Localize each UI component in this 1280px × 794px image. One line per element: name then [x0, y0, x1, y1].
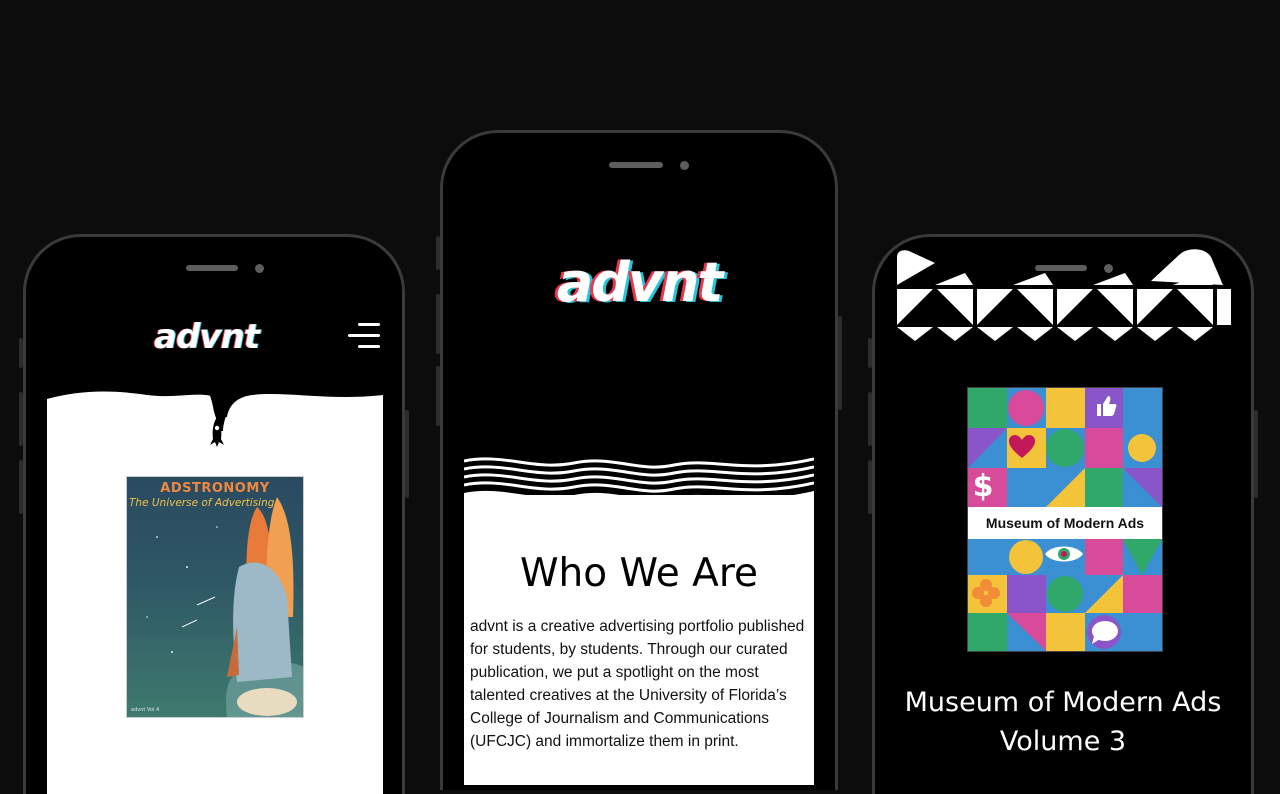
dollar-icon: $ — [973, 469, 994, 502]
triangle-pattern-header — [897, 249, 1231, 341]
speaker-grille — [1035, 265, 1087, 271]
issue-title: Museum of Modern Ads Volume 3 — [875, 683, 1251, 761]
phone-side-button — [868, 460, 872, 514]
menu-icon[interactable] — [346, 323, 380, 349]
phone-side-button — [436, 294, 440, 354]
rocket-icon — [210, 417, 224, 447]
phone-side-button — [838, 316, 842, 410]
adstronomy-cover[interactable]: ADSTRONOMY The Universe of Advertising a… — [127, 477, 303, 717]
site-logo-large[interactable]: advnt — [443, 251, 835, 314]
phone-side-button — [868, 338, 872, 368]
phone-side-button — [436, 366, 440, 426]
phone-side-button — [19, 460, 23, 514]
speech-bubble-icon — [1092, 621, 1118, 644]
front-camera — [680, 161, 689, 170]
phone-side-button — [436, 236, 440, 270]
front-camera — [255, 264, 264, 273]
space-shuttle-illustration — [146, 497, 303, 717]
flower-shape — [972, 579, 1000, 607]
site-logo[interactable]: advnt — [154, 317, 260, 357]
issue-volume: Volume 3 — [999, 726, 1127, 757]
cover-title: ADSTRONOMY — [160, 481, 270, 496]
phone-mockup-left: advnt ADSTRONOMY The Universe of Adverti… — [23, 234, 405, 794]
eye-icon — [1045, 546, 1083, 562]
about-text: advnt is a creative advertising portfoli… — [470, 618, 805, 750]
phone-side-button — [19, 392, 23, 446]
heart-icon — [1009, 435, 1035, 458]
phone-mockup-right: $ Museum of Modern Ads Museum of Modern … — [872, 234, 1254, 794]
phone-side-button — [19, 338, 23, 368]
museum-of-modern-ads-cover[interactable]: $ Museum of Modern Ads — [968, 388, 1162, 651]
issue-panel: ADSTRONOMY The Universe of Advertising a… — [47, 387, 383, 794]
speaker-grille — [609, 162, 663, 168]
phone-side-button — [868, 392, 872, 446]
section-heading: Who We Are — [519, 551, 759, 596]
cover-subtitle: The Universe of Advertising — [129, 497, 275, 509]
speaker-grille — [186, 265, 238, 271]
phone-side-button — [1254, 410, 1258, 498]
issue-name: Museum of Modern Ads — [904, 687, 1222, 718]
phone-side-button — [405, 410, 409, 498]
phone-mockup-middle: advnt Who We Are advnt is a creative adv… — [440, 130, 838, 790]
cover-title-band: Museum of Modern Ads — [968, 507, 1162, 539]
svg-text:$: $ — [973, 469, 994, 502]
cover-fine-print: advnt Vol 4 — [131, 707, 160, 713]
thumbs-up-icon — [1097, 396, 1117, 416]
about-panel: Who We Are advnt is a creative advertisi… — [464, 455, 814, 785]
front-camera — [1104, 264, 1113, 273]
